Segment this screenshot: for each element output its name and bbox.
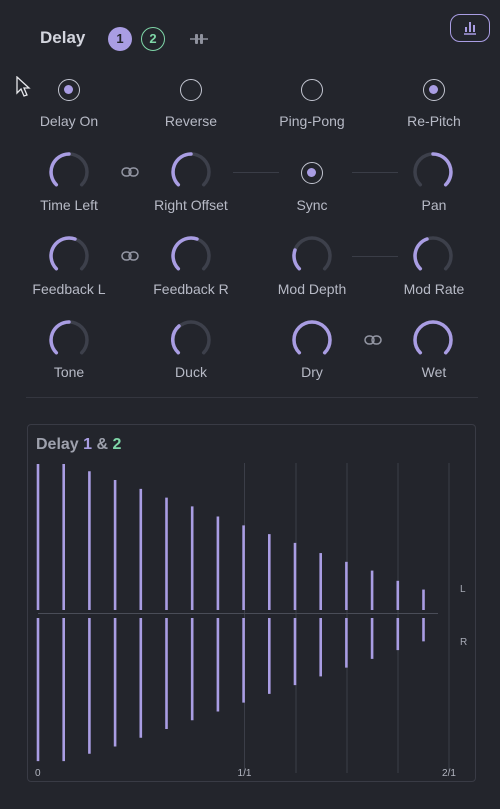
- wet-knob[interactable]: [413, 320, 453, 360]
- pan-label: Pan: [421, 197, 447, 213]
- pan-knob[interactable]: [413, 152, 453, 192]
- right-offset-knob[interactable]: [171, 152, 211, 192]
- plug-icon[interactable]: [188, 31, 210, 47]
- ping-pong-label: Ping-Pong: [279, 113, 345, 129]
- delay-tap-graph: L R 0 1/1 2/1: [35, 463, 467, 779]
- graph-title: Delay 1 & 2: [36, 436, 121, 454]
- reverse-label: Reverse: [164, 113, 218, 129]
- feedback-l-knob[interactable]: [49, 236, 89, 276]
- divider-line: [352, 172, 398, 173]
- graph-title-delay-2: 2: [112, 436, 122, 453]
- delay-on-label: Delay On: [39, 113, 99, 129]
- delay-on-toggle[interactable]: [58, 79, 80, 101]
- bar-chart-icon: [464, 22, 476, 35]
- ping-pong-toggle[interactable]: [301, 79, 323, 101]
- channel-l-label: L: [460, 584, 466, 595]
- mod-rate-label: Mod Rate: [403, 281, 465, 297]
- graph-title-delay-1: 1: [83, 436, 93, 453]
- right-offset-label: Right Offset: [154, 197, 228, 213]
- divider-line: [233, 172, 279, 173]
- link-icon[interactable]: [121, 250, 139, 262]
- delay-2-tab[interactable]: 2: [141, 27, 165, 51]
- graph-view-button[interactable]: [450, 14, 490, 42]
- duck-knob[interactable]: [171, 320, 211, 360]
- tone-label: Tone: [53, 364, 85, 380]
- delay-1-tab[interactable]: 1: [108, 27, 132, 51]
- x-axis-label: 1/1: [238, 768, 252, 779]
- reverse-toggle[interactable]: [180, 79, 202, 101]
- feedback-r-knob[interactable]: [171, 236, 211, 276]
- x-axis-label: 0: [35, 768, 41, 779]
- section-divider: [26, 397, 478, 398]
- re-pitch-toggle[interactable]: [423, 79, 445, 101]
- time-left-label: Time Left: [40, 197, 98, 213]
- mod-depth-label: Mod Depth: [277, 281, 347, 297]
- mod-rate-knob[interactable]: [413, 236, 453, 276]
- channel-r-label: R: [460, 637, 467, 648]
- graph-title-prefix: Delay: [36, 436, 79, 453]
- feedback-r-label: Feedback R: [153, 281, 229, 297]
- divider-line: [352, 256, 398, 257]
- mod-depth-knob[interactable]: [292, 236, 332, 276]
- dry-knob[interactable]: [292, 320, 332, 360]
- plugin-title: Delay: [40, 28, 86, 47]
- dry-label: Dry: [301, 364, 323, 380]
- mouse-cursor-icon: [16, 76, 31, 97]
- graph-title-amp: &: [96, 436, 109, 453]
- wet-label: Wet: [421, 364, 447, 380]
- link-icon[interactable]: [364, 334, 382, 346]
- re-pitch-label: Re-Pitch: [407, 113, 461, 129]
- sync-toggle[interactable]: [301, 162, 323, 184]
- time-left-knob[interactable]: [49, 152, 89, 192]
- link-icon[interactable]: [121, 166, 139, 178]
- tone-knob[interactable]: [49, 320, 89, 360]
- feedback-l-label: Feedback L: [32, 281, 106, 297]
- sync-label: Sync: [296, 197, 328, 213]
- duck-label: Duck: [175, 364, 207, 380]
- x-axis-label: 2/1: [442, 768, 456, 779]
